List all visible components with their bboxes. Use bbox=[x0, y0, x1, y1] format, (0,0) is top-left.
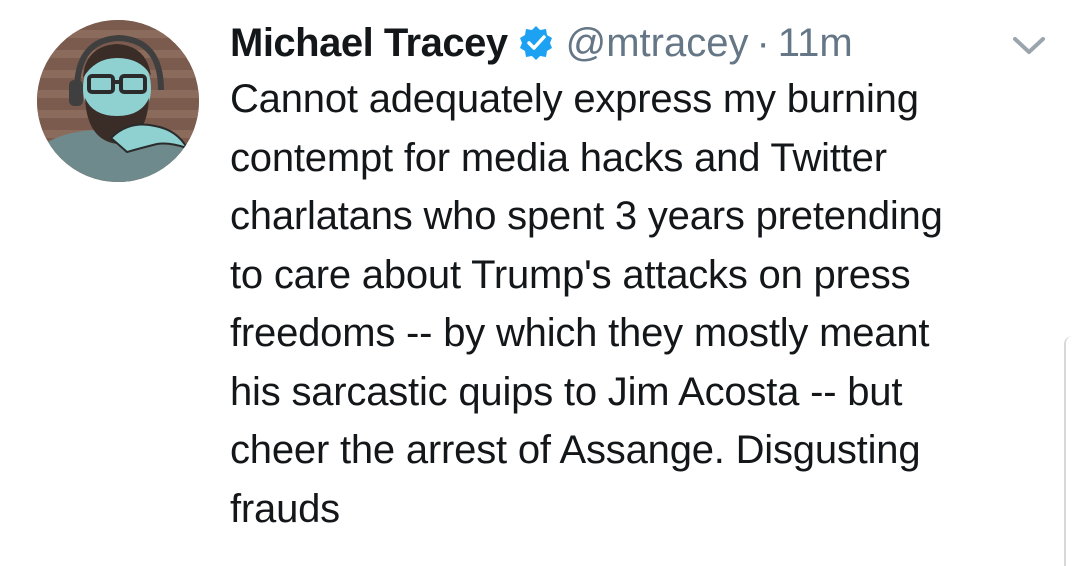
verified-badge-icon bbox=[518, 25, 554, 61]
author-handle[interactable]: @mtracey bbox=[566, 21, 749, 66]
tweet-card: Michael Tracey @mtracey · 11m Cannot ade… bbox=[0, 0, 1072, 566]
avatar[interactable] bbox=[37, 20, 199, 182]
tweet-header: Michael Tracey @mtracey · 11m bbox=[230, 18, 853, 68]
edge-divider bbox=[1064, 336, 1072, 566]
tweet-text: Cannot adequately express my burning con… bbox=[230, 77, 943, 531]
meta-separator: · bbox=[756, 20, 770, 65]
avatar-illustration bbox=[37, 20, 199, 182]
chevron-down-icon[interactable] bbox=[1012, 36, 1046, 56]
author-display-name[interactable]: Michael Tracey bbox=[230, 21, 508, 66]
tweet-timestamp[interactable]: 11m bbox=[778, 21, 853, 66]
